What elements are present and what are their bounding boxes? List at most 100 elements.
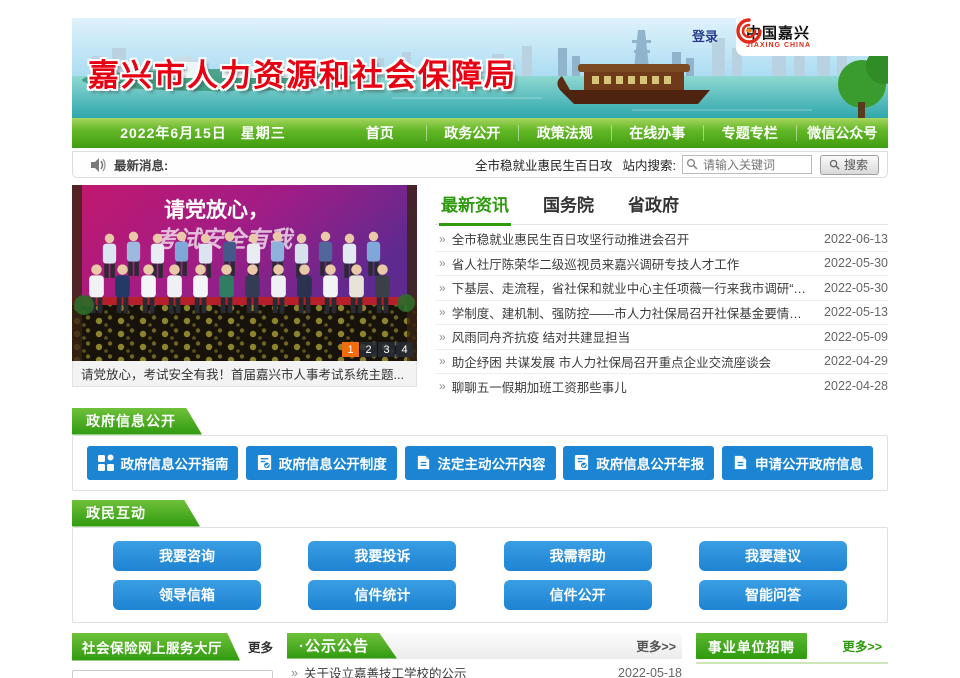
- bottom-row: 社会保险网上服务大厅 更多 个人(单位)社保证明打印 办事指南 ·公示公告 更多…: [72, 633, 888, 678]
- photo-overlay-line1: 请党放心，: [164, 198, 269, 222]
- info-button-label: 政府信息公开指南: [121, 453, 229, 473]
- info-annual-report-button[interactable]: 政府信息公开年报: [563, 446, 714, 480]
- nav-item-home[interactable]: 首页: [334, 125, 426, 141]
- pager-page-1[interactable]: 1: [342, 342, 359, 357]
- news-link[interactable]: 助企纾困 共谋发展 市人力社保局召开重点企业交流座谈会: [452, 352, 814, 371]
- page: 嘉兴市人力资源和社会保障局 登录 中国嘉兴 JIAXING CHINA 2022…: [72, 0, 888, 678]
- weekday-text: 星期三: [241, 125, 286, 141]
- search-button-label: 搜索: [844, 156, 868, 173]
- announcement-date: 2022-05-18: [618, 666, 682, 678]
- carousel-photo[interactable]: 请党放心， 考试安全有我: [72, 185, 417, 361]
- news-link[interactable]: 学制度、建机制、强防控——市人力社保局召开社保基金要情专题学习会: [452, 303, 814, 322]
- recruitment-header: 事业单位招聘 更多>>: [696, 633, 888, 664]
- recruitment-panel: 事业单位招聘 更多>> · 嘉兴市妇幼保健院2022年公开... · 2022年…: [696, 633, 888, 678]
- item-marker-icon: »: [439, 232, 446, 246]
- carousel-caption[interactable]: 请党放心，考试安全有我！首届嘉兴市人事考试系统主题...: [72, 361, 417, 387]
- news-link[interactable]: 下基层、走流程，省社保和就业中心主任项薇一行来我市调研“国统”上线情况: [452, 278, 814, 297]
- complaint-button[interactable]: 我要投诉: [308, 541, 456, 571]
- ticker-label: 最新消息:: [114, 155, 168, 174]
- pager-page-2[interactable]: 2: [360, 342, 377, 357]
- info-button-label: 法定主动公开内容: [438, 453, 546, 473]
- recruitment-item[interactable]: · 嘉兴市妇幼保健院2022年公开...: [696, 670, 888, 678]
- search-label: 站内搜索:: [623, 155, 676, 174]
- site-banner: 嘉兴市人力资源和社会保障局 登录 中国嘉兴 JIAXING CHINA: [72, 18, 888, 118]
- info-disclosure-box: 政府信息公开指南 政府信息公开制度 法定主: [72, 435, 888, 491]
- leader-mailbox-button[interactable]: 领导信箱: [113, 580, 261, 610]
- tab-latest-news[interactable]: 最新资讯: [439, 187, 511, 226]
- suggestion-button[interactable]: 我要建议: [699, 541, 847, 571]
- news-date: 2022-05-30: [824, 281, 888, 295]
- interaction-box: 我要咨询 我要投诉 我需帮助 我要建议 领导信箱 信件统计 信件公开 智能问答: [72, 527, 888, 623]
- news-link[interactable]: 省人社厅陈荣华二级巡视员来嘉兴调研专技人才工作: [452, 254, 814, 273]
- help-button[interactable]: 我需帮助: [504, 541, 652, 571]
- tab-state-council[interactable]: 国务院: [541, 187, 596, 224]
- news-date: 2022-04-28: [824, 379, 888, 393]
- nav-item-online[interactable]: 在线办事: [611, 125, 704, 141]
- info-request-button[interactable]: 申请公开政府信息: [722, 446, 873, 480]
- grid-icon: [97, 454, 115, 472]
- interaction-section: 政民互动 我要咨询 我要投诉 我需帮助 我要建议 领导信箱 信件统计 信件公开 …: [72, 500, 888, 623]
- news-date: 2022-05-13: [824, 305, 888, 319]
- info-button-label: 政府信息公开年报: [596, 453, 704, 473]
- info-system-button[interactable]: 政府信息公开制度: [246, 446, 397, 480]
- nav-date: 2022年6月15日星期三: [72, 123, 334, 143]
- news-link[interactable]: 聊聊五一假期加班工资那些事儿: [452, 377, 814, 396]
- info-guide-button[interactable]: 政府信息公开指南: [87, 446, 238, 480]
- search-button[interactable]: 搜索: [820, 155, 879, 175]
- nav-item-policy[interactable]: 政策法规: [518, 125, 611, 141]
- item-marker-icon: »: [439, 354, 446, 368]
- news-date: 2022-04-29: [824, 354, 888, 368]
- group-photo-image: 请党放心， 考试安全有我: [72, 185, 417, 361]
- news-ticker-bar: 最新消息: 全市稳就业惠民生百日攻 站内搜索: 搜索: [72, 151, 888, 178]
- more-link[interactable]: 更多>>: [636, 636, 676, 655]
- info-proactive-button[interactable]: 法定主动公开内容: [405, 446, 556, 480]
- nav-item-special[interactable]: 专题专栏: [703, 125, 796, 141]
- ticker-scrolling-text[interactable]: 全市稳就业惠民生百日攻: [475, 155, 613, 174]
- photo-carousel: 请党放心， 考试安全有我: [72, 185, 417, 399]
- pager-page-3[interactable]: 3: [378, 342, 395, 357]
- news-link[interactable]: 全市稳就业惠民生百日攻坚行动推进会召开: [452, 229, 814, 248]
- carousel-pager: 1 2 3 4: [342, 342, 413, 357]
- letter-statistics-button[interactable]: 信件统计: [308, 580, 456, 610]
- news-link[interactable]: 风雨同舟齐抗疫 结对共建显担当: [452, 327, 814, 346]
- news-row: » 下基层、走流程，省社保和就业中心主任项薇一行来我市调研“国统”上线情况 20…: [435, 276, 888, 301]
- letter-disclosure-button[interactable]: 信件公开: [504, 580, 652, 610]
- jiaxing-logo: 中国嘉兴 JIAXING CHINA: [736, 18, 888, 56]
- announcements-header: ·公示公告 更多>>: [287, 633, 682, 659]
- item-marker-icon: »: [439, 305, 446, 319]
- news-row: » 风雨同舟齐抗疫 结对共建显担当 2022-05-09: [435, 325, 888, 350]
- news-date: 2022-06-13: [824, 232, 888, 246]
- nav-item-wechat[interactable]: 微信公众号: [796, 125, 889, 141]
- more-link[interactable]: 更多>>: [842, 636, 882, 655]
- login-button[interactable]: 登录: [692, 26, 718, 45]
- page-title: 嘉兴市人力资源和社会保障局: [88, 50, 517, 95]
- smart-qa-button[interactable]: 智能问答: [699, 580, 847, 610]
- search-input[interactable]: [682, 155, 812, 174]
- speaker-icon: [91, 158, 106, 172]
- news-date: 2022-05-30: [824, 256, 888, 270]
- announcement-link[interactable]: 关于设立嘉善技工学校的公示: [304, 663, 608, 678]
- panel-title: 事业单位招聘: [696, 633, 807, 659]
- news-row: » 聊聊五一假期加班工资那些事儿 2022-04-28: [435, 374, 888, 399]
- more-link[interactable]: 更多: [248, 637, 273, 656]
- book-icon: [732, 454, 749, 471]
- consult-button[interactable]: 我要咨询: [113, 541, 261, 571]
- news-panel: 最新资讯 国务院 省政府 » 全市稳就业惠民生百日攻坚行动推进会召开 2022-…: [435, 185, 888, 399]
- item-marker-icon: »: [439, 379, 446, 393]
- social-insurance-header: 社会保险网上服务大厅 更多: [72, 633, 273, 661]
- news-row: » 全市稳就业惠民生百日攻坚行动推进会召开 2022-06-13: [435, 227, 888, 252]
- nav-item-gov-open[interactable]: 政务公开: [426, 125, 519, 141]
- item-marker-icon: »: [291, 666, 298, 678]
- doc-check-icon: [573, 454, 590, 471]
- search-icon: [686, 158, 698, 170]
- news-tabs: 最新资讯 国务院 省政府: [435, 185, 888, 225]
- pager-page-4[interactable]: 4: [396, 342, 413, 357]
- news-date: 2022-05-09: [824, 330, 888, 344]
- section-title-ribbon: 政民互动: [72, 500, 200, 527]
- jiaxing-logo-icon: [736, 18, 762, 44]
- book-icon: [415, 454, 432, 471]
- tab-provincial-gov[interactable]: 省政府: [626, 187, 681, 224]
- news-row: » 省人社厅陈荣华二级巡视员来嘉兴调研专技人才工作 2022-05-30: [435, 252, 888, 277]
- item-marker-icon: »: [439, 330, 446, 344]
- service-item[interactable]: 个人(单位)社保证明打印: [72, 670, 273, 678]
